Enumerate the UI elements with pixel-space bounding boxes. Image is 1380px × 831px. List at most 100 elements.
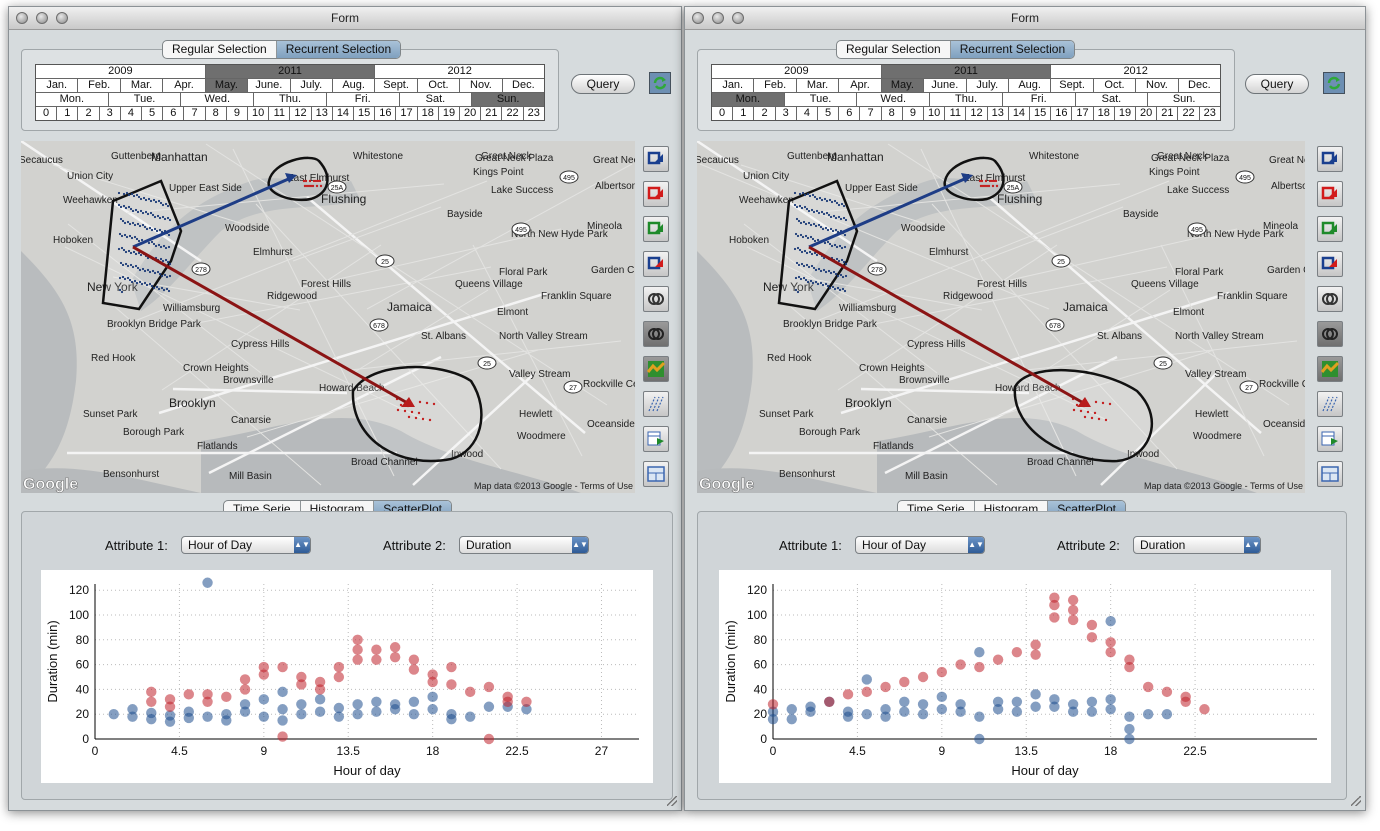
- weekday-cell[interactable]: Sun.: [472, 93, 545, 106]
- weekday-cell[interactable]: Sun.: [1148, 93, 1220, 106]
- month-cell[interactable]: July.: [291, 79, 333, 92]
- weekday-cell[interactable]: Sat.: [400, 93, 473, 106]
- delete-selection-icon[interactable]: [1317, 181, 1343, 207]
- hour-cell[interactable]: 12: [290, 107, 312, 120]
- hour-cell[interactable]: 4: [797, 107, 819, 120]
- table-export-icon[interactable]: [1317, 426, 1343, 452]
- hour-cell[interactable]: 2: [78, 107, 100, 120]
- hour-cell[interactable]: 11: [945, 107, 967, 120]
- swap-selection-icon[interactable]: [1317, 216, 1343, 242]
- hour-cell[interactable]: 10: [924, 107, 946, 120]
- hour-cell[interactable]: 16: [1051, 107, 1073, 120]
- weekday-cell[interactable]: Fri.: [327, 93, 400, 106]
- hour-cell[interactable]: 3: [100, 107, 121, 120]
- attribute1-select[interactable]: Hour of Day ▲▼: [181, 536, 311, 554]
- hour-cell[interactable]: 4: [121, 107, 143, 120]
- hour-cell[interactable]: 8: [882, 107, 903, 120]
- hour-cell[interactable]: 18: [418, 107, 439, 120]
- ungroup-icon[interactable]: [1317, 321, 1343, 347]
- month-cell[interactable]: June.: [924, 79, 967, 92]
- attribute2-select[interactable]: Duration ▲▼: [1133, 536, 1261, 554]
- month-cell[interactable]: Apr.: [839, 79, 882, 92]
- attribute2-select[interactable]: Duration ▲▼: [459, 536, 589, 554]
- tab-recurrent-selection[interactable]: Recurrent Selection: [276, 41, 401, 58]
- hour-cell[interactable]: 14: [333, 107, 355, 120]
- hour-cell[interactable]: 15: [1030, 107, 1052, 120]
- hour-cell[interactable]: 21: [481, 107, 503, 120]
- hour-cell[interactable]: 2: [754, 107, 776, 120]
- hour-cell[interactable]: 1: [733, 107, 755, 120]
- hour-cell[interactable]: 0: [36, 107, 58, 120]
- map-view[interactable]: Secaucus Guttenberg Manhattan Union City Wee…: [697, 141, 1305, 493]
- refresh-icon[interactable]: [649, 72, 671, 94]
- year-cell[interactable]: 2009: [36, 65, 206, 78]
- export-selection-icon[interactable]: [643, 146, 669, 172]
- hour-cell[interactable]: 18: [1094, 107, 1115, 120]
- layout-icon[interactable]: [643, 461, 669, 487]
- hour-cell[interactable]: 6: [839, 107, 861, 120]
- ungroup-icon[interactable]: [643, 321, 669, 347]
- month-cell[interactable]: Mar.: [121, 79, 164, 92]
- month-cell[interactable]: Mar.: [797, 79, 840, 92]
- map-canvas[interactable]: Secaucus GuttenbergManhattanUnion CityWee…: [697, 141, 1305, 493]
- year-cell[interactable]: 2012: [1051, 65, 1220, 78]
- month-cell[interactable]: Dec.: [1179, 79, 1220, 92]
- hour-cell[interactable]: 7: [860, 107, 882, 120]
- layout-icon[interactable]: [1317, 461, 1343, 487]
- hour-cell[interactable]: 13: [312, 107, 333, 120]
- weekday-cell[interactable]: Tue.: [785, 93, 858, 106]
- hour-cell[interactable]: 6: [163, 107, 185, 120]
- month-cell[interactable]: Apr.: [163, 79, 206, 92]
- hour-cell[interactable]: 15: [354, 107, 376, 120]
- month-cell[interactable]: May.: [881, 79, 925, 92]
- hour-cell[interactable]: 20: [1136, 107, 1158, 120]
- hour-cell[interactable]: 23: [524, 107, 544, 120]
- year-cell[interactable]: 2011: [205, 65, 376, 78]
- title-bar[interactable]: Form: [685, 7, 1365, 30]
- hour-cell[interactable]: 14: [1009, 107, 1031, 120]
- year-cell[interactable]: 2012: [375, 65, 544, 78]
- group-icon[interactable]: [643, 286, 669, 312]
- month-cell[interactable]: Sept.: [1051, 79, 1094, 92]
- resize-grip[interactable]: [1351, 796, 1361, 806]
- refresh-icon[interactable]: [1323, 72, 1345, 94]
- weekday-cell[interactable]: Thu.: [254, 93, 327, 106]
- map-canvas[interactable]: Secaucus GuttenbergManhattanUnion CityWee…: [21, 141, 635, 493]
- tab-regular-selection[interactable]: Regular Selection: [837, 41, 951, 58]
- hour-cell[interactable]: 13: [988, 107, 1009, 120]
- month-cell[interactable]: May.: [205, 79, 249, 92]
- group-icon[interactable]: [1317, 286, 1343, 312]
- hour-cell[interactable]: 7: [184, 107, 206, 120]
- hour-cell[interactable]: 8: [206, 107, 227, 120]
- hour-cell[interactable]: 11: [269, 107, 291, 120]
- month-cell[interactable]: Feb.: [754, 79, 797, 92]
- tab-regular-selection[interactable]: Regular Selection: [163, 41, 277, 58]
- month-cell[interactable]: Nov.: [460, 79, 503, 92]
- weekday-cell[interactable]: Wed.: [181, 93, 255, 106]
- month-cell[interactable]: Nov.: [1136, 79, 1179, 92]
- year-cell[interactable]: 2011: [881, 65, 1052, 78]
- hour-cell[interactable]: 21: [1157, 107, 1179, 120]
- link-selection-icon[interactable]: [643, 251, 669, 277]
- hour-cell[interactable]: 5: [818, 107, 840, 120]
- hour-cell[interactable]: 22: [1178, 107, 1200, 120]
- hour-cell[interactable]: 9: [903, 107, 925, 120]
- weekday-cell[interactable]: Wed.: [857, 93, 931, 106]
- resize-grip[interactable]: [667, 796, 677, 806]
- hour-cell[interactable]: 0: [712, 107, 734, 120]
- query-button[interactable]: Query: [1245, 74, 1309, 94]
- delete-selection-icon[interactable]: [643, 181, 669, 207]
- weekday-cell[interactable]: Fri.: [1003, 93, 1076, 106]
- month-cell[interactable]: Jan.: [712, 79, 755, 92]
- hour-cell[interactable]: 23: [1200, 107, 1220, 120]
- color-map-icon[interactable]: [643, 356, 669, 382]
- month-cell[interactable]: June.: [248, 79, 291, 92]
- month-cell[interactable]: Feb.: [78, 79, 121, 92]
- hour-cell[interactable]: 3: [776, 107, 797, 120]
- hour-cell[interactable]: 12: [966, 107, 988, 120]
- tab-recurrent-selection[interactable]: Recurrent Selection: [950, 41, 1075, 58]
- month-cell[interactable]: July.: [967, 79, 1009, 92]
- trajectory-icon[interactable]: [643, 391, 669, 417]
- hour-cell[interactable]: 16: [375, 107, 397, 120]
- month-cell[interactable]: Aug.: [333, 79, 376, 92]
